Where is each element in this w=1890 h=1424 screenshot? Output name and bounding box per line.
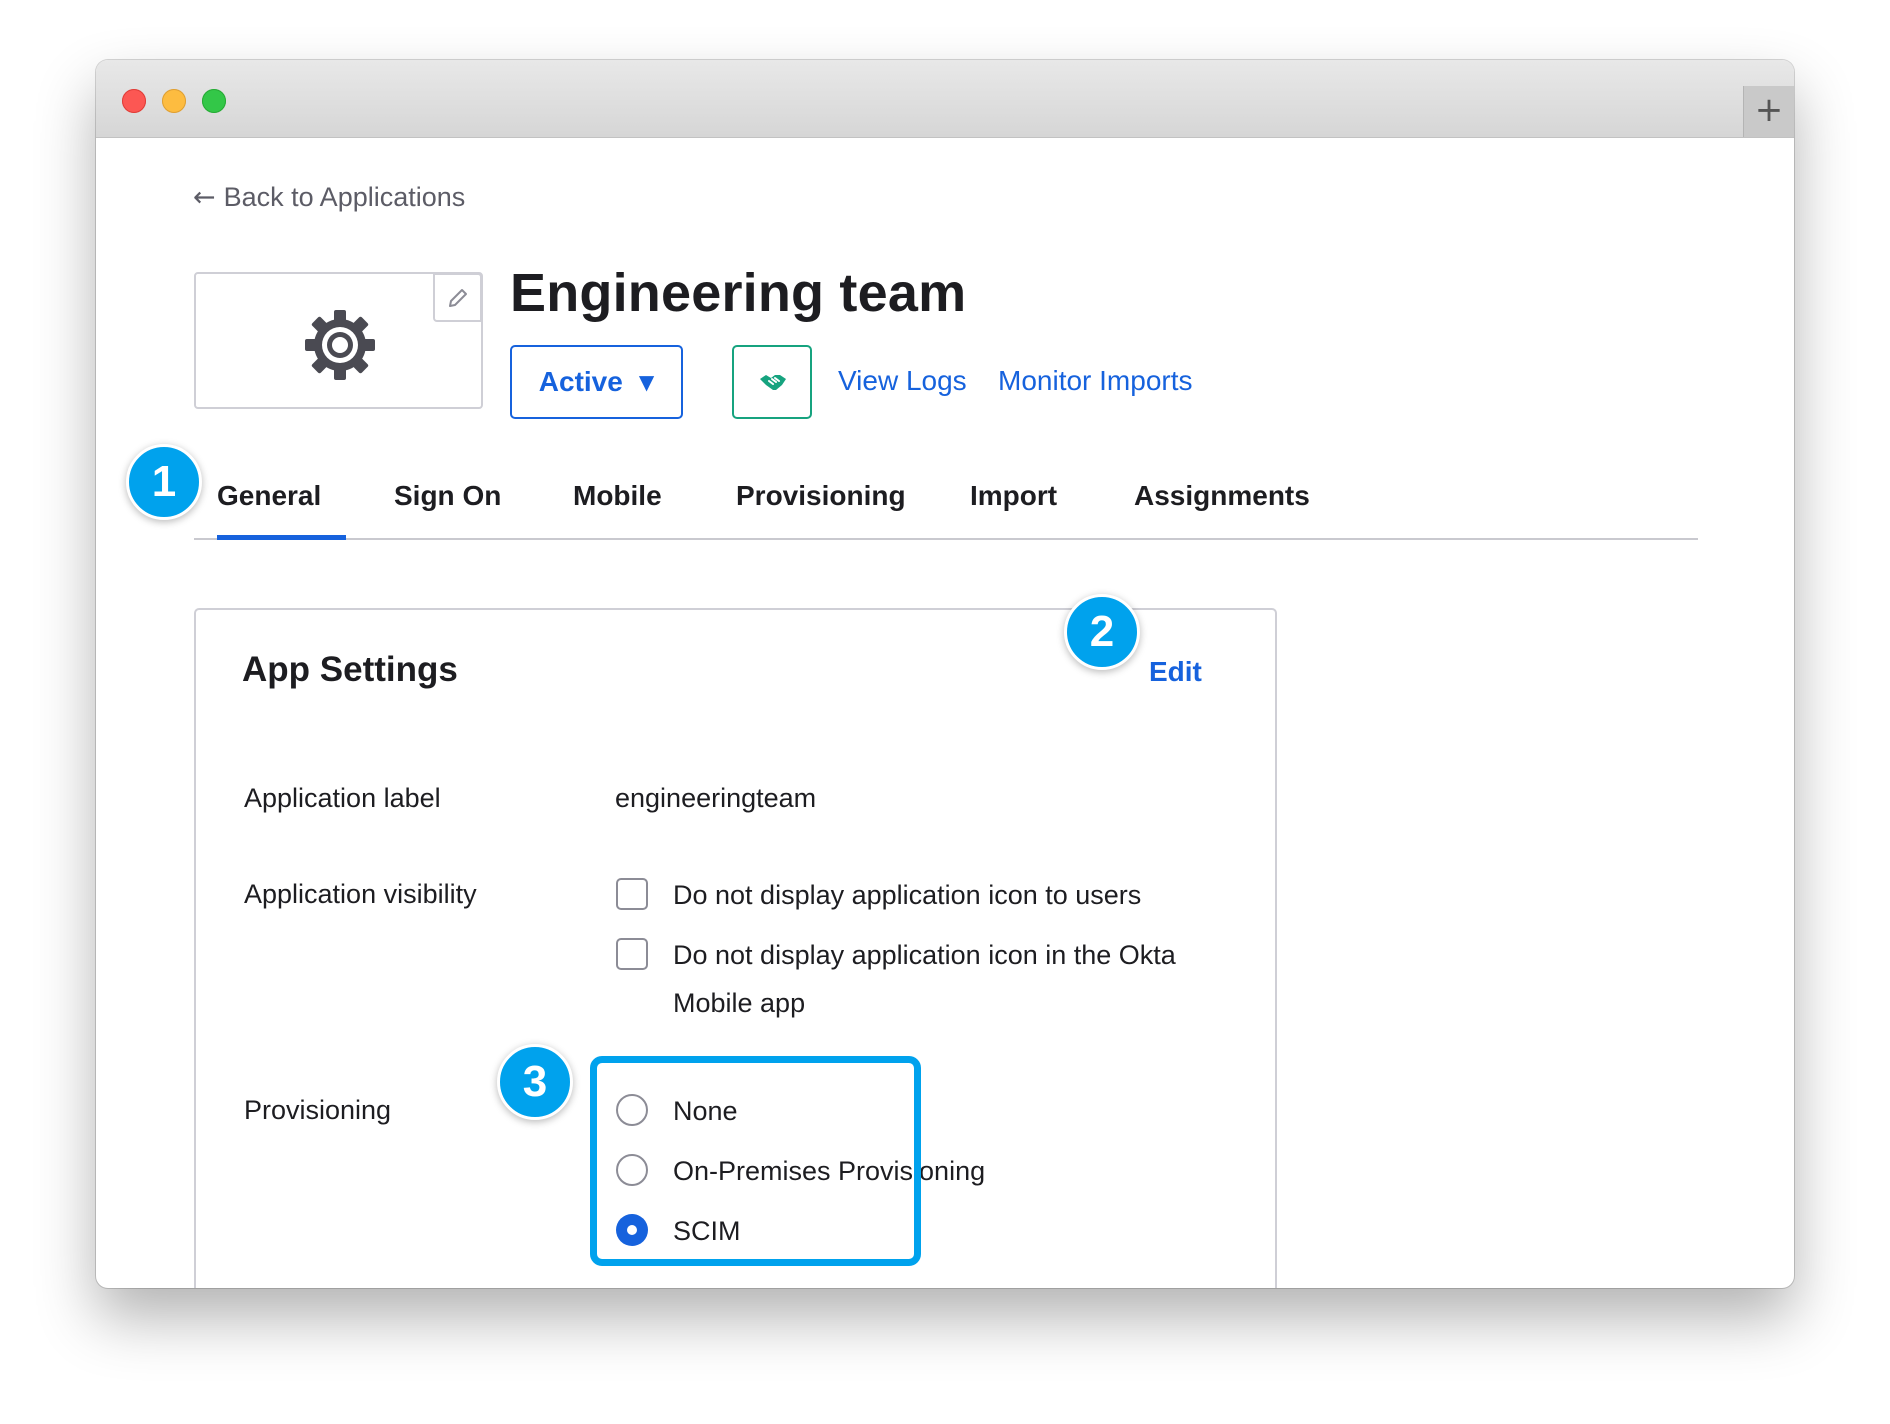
pencil-icon xyxy=(449,289,467,307)
edit-settings-link[interactable]: Edit xyxy=(1149,656,1202,688)
tab-label: Provisioning xyxy=(736,480,906,511)
tab-assignments[interactable]: Assignments xyxy=(1134,478,1310,540)
app-settings-title: App Settings xyxy=(242,650,458,689)
tab-sign-on[interactable]: Sign On xyxy=(394,478,501,540)
title-bar: + xyxy=(96,60,1794,138)
provisioning-label: Provisioning xyxy=(244,1095,392,1125)
callout-badge-3: 3 xyxy=(497,1044,573,1120)
page-content: ← Back to Applications Engineering team … xyxy=(96,138,1794,1288)
minimize-window-button[interactable] xyxy=(162,89,186,113)
application-label-label: Application label xyxy=(244,783,441,813)
app-title: Engineering team xyxy=(510,263,967,323)
back-to-applications-link[interactable]: ← Back to Applications xyxy=(193,182,465,213)
tab-import[interactable]: Import xyxy=(970,478,1057,540)
application-visibility-label: Application visibility xyxy=(244,879,477,909)
gear-icon xyxy=(305,310,375,380)
tab-label: General xyxy=(217,480,322,511)
application-label-value: engineeringteam xyxy=(615,783,817,813)
edit-logo-button[interactable] xyxy=(433,273,482,322)
app-logo xyxy=(194,272,483,409)
callout-badge-1: 1 xyxy=(126,444,202,520)
provisioning-highlight xyxy=(590,1056,921,1266)
caret-down-icon: ▼ xyxy=(638,370,655,394)
hide-icon-users-text: Do not display application icon to users xyxy=(673,880,1142,910)
back-link-label: Back to Applications xyxy=(223,182,466,212)
view-logs-link[interactable]: View Logs xyxy=(838,365,967,397)
browser-window: + ← Back to Applications Engineering tea… xyxy=(96,60,1794,1288)
hide-icon-mobile-text: Do not display application icon in the O… xyxy=(673,940,1176,1018)
tab-label: Sign On xyxy=(394,480,502,511)
new-tab-button[interactable]: + xyxy=(1743,86,1794,137)
tab-label: Import xyxy=(970,480,1058,511)
maximize-window-button[interactable] xyxy=(202,89,226,113)
monitor-imports-link[interactable]: Monitor Imports xyxy=(998,365,1193,397)
plus-icon: + xyxy=(1754,90,1784,130)
close-window-button[interactable] xyxy=(122,89,146,113)
arrow-left-icon: ← xyxy=(193,182,216,213)
tab-provisioning[interactable]: Provisioning xyxy=(736,478,906,540)
hide-icon-users-checkbox[interactable] xyxy=(616,878,648,910)
status-label: Active xyxy=(538,366,623,397)
tab-label: Assignments xyxy=(1134,480,1310,511)
tab-general[interactable]: General xyxy=(217,478,346,540)
callout-badge-2: 2 xyxy=(1064,594,1140,670)
tab-label: Mobile xyxy=(573,480,662,511)
tab-mobile[interactable]: Mobile xyxy=(573,478,662,540)
push-groups-button[interactable] xyxy=(732,345,812,419)
status-dropdown[interactable]: Active ▼ xyxy=(510,345,683,419)
hide-icon-mobile-checkbox[interactable] xyxy=(616,938,648,970)
handshake-icon xyxy=(760,375,786,390)
